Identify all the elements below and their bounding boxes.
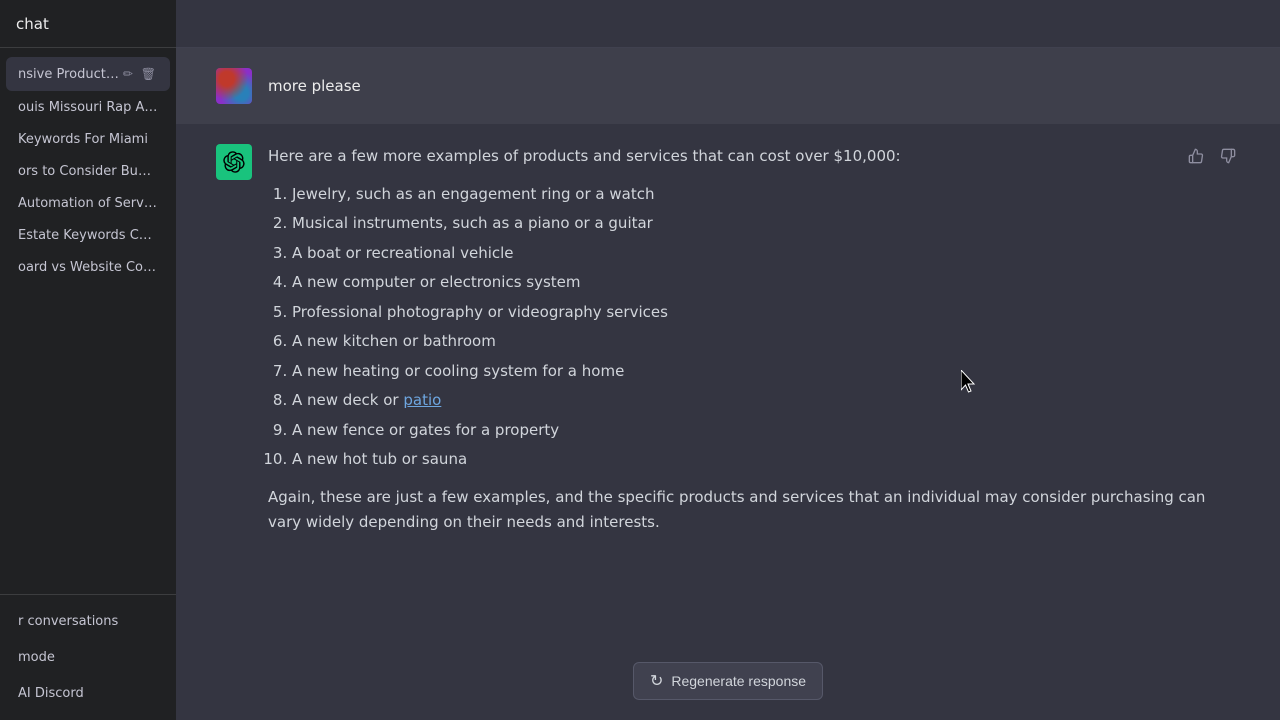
thumbs-down-icon — [1220, 148, 1236, 164]
thumbs-down-button[interactable] — [1216, 144, 1240, 168]
sidebar-item-5[interactable]: Automation of Services — [6, 188, 170, 219]
list-item: A new heating or cooling system for a ho… — [292, 359, 1240, 385]
thumbs-up-button[interactable] — [1184, 144, 1208, 168]
list-item: Professional photography or videography … — [292, 300, 1240, 326]
main-content: more please Here are a few more examples… — [176, 0, 1280, 720]
ai-avatar — [216, 144, 252, 180]
sidebar-item-7[interactable]: oard vs Website Compar — [6, 252, 170, 283]
sidebar-item-6-label: Estate Keywords Chicag — [18, 228, 158, 243]
sidebar-item-4-label: ors to Consider Buying S — [18, 164, 158, 179]
clear-conversations-label: r conversations — [18, 614, 118, 629]
list-item-8: A new deck or patio — [292, 388, 1240, 414]
user-message: more please — [176, 48, 1280, 124]
sidebar-items-list: nsive Products an ✏ 🗑 ouis Missouri Rap … — [0, 48, 176, 594]
ai-outro-text: Again, these are just a few examples, an… — [268, 485, 1240, 536]
sidebar-item-2-label: ouis Missouri Rap Artists — [18, 100, 158, 115]
ai-message-actions — [1184, 144, 1240, 168]
sidebar-item-6[interactable]: Estate Keywords Chicag — [6, 220, 170, 251]
sidebar-item-4[interactable]: ors to Consider Buying S — [6, 156, 170, 187]
sidebar-clear-conversations[interactable]: r conversations — [6, 604, 170, 639]
edit-icon[interactable]: ✏ — [121, 65, 135, 83]
ai-message-content: Here are a few more examples of products… — [268, 144, 1240, 548]
chat-area: more please Here are a few more examples… — [176, 48, 1280, 650]
sidebar-item-3[interactable]: Keywords For Miami — [6, 124, 170, 155]
list-item: Musical instruments, such as a piano or … — [292, 211, 1240, 237]
ai-intro-text: Here are a few more examples of products… — [268, 144, 1240, 170]
thumbs-up-icon — [1188, 148, 1204, 164]
list-item: A new fence or gates for a property — [292, 418, 1240, 444]
regenerate-button[interactable]: ↻ Regenerate response — [633, 662, 823, 700]
sidebar-title: chat — [16, 15, 49, 33]
sidebar-mode[interactable]: mode — [6, 640, 170, 675]
sidebar-item-1-label: nsive Products an — [18, 67, 121, 82]
sidebar-item-1[interactable]: nsive Products an ✏ 🗑 — [6, 57, 170, 91]
regenerate-label: Regenerate response — [671, 673, 806, 689]
user-avatar-image — [216, 68, 252, 104]
regenerate-icon: ↻ — [650, 671, 663, 691]
sidebar: chat nsive Products an ✏ 🗑 ouis Missouri… — [0, 0, 176, 720]
patio-link[interactable]: patio — [403, 391, 441, 409]
list-item: A new kitchen or bathroom — [292, 329, 1240, 355]
list-item: Jewelry, such as an engagement ring or a… — [292, 182, 1240, 208]
user-avatar — [216, 68, 252, 104]
input-area: ↻ Regenerate response — [176, 650, 1280, 720]
sidebar-item-3-label: Keywords For Miami — [18, 132, 148, 147]
sidebar-discord[interactable]: AI Discord — [6, 676, 170, 711]
sidebar-item-7-label: oard vs Website Compar — [18, 260, 158, 275]
discord-label: AI Discord — [18, 686, 84, 701]
chatgpt-logo-icon — [223, 151, 245, 173]
top-bar — [176, 0, 1280, 48]
trash-icon[interactable]: 🗑 — [139, 65, 158, 83]
mode-label: mode — [18, 650, 55, 665]
sidebar-item-5-label: Automation of Services — [18, 196, 158, 211]
sidebar-item-1-actions: ✏ 🗑 — [121, 65, 158, 83]
list-item: A boat or recreational vehicle — [292, 241, 1240, 267]
ai-list: Jewelry, such as an engagement ring or a… — [268, 182, 1240, 473]
ai-message: Here are a few more examples of products… — [176, 124, 1280, 568]
sidebar-item-2[interactable]: ouis Missouri Rap Artists — [6, 92, 170, 123]
user-message-text: more please — [268, 68, 361, 98]
list-item: A new computer or electronics system — [292, 270, 1240, 296]
sidebar-bottom: r conversations mode AI Discord — [0, 594, 176, 720]
sidebar-header: chat — [0, 0, 176, 48]
list-item: A new hot tub or sauna — [292, 447, 1240, 473]
